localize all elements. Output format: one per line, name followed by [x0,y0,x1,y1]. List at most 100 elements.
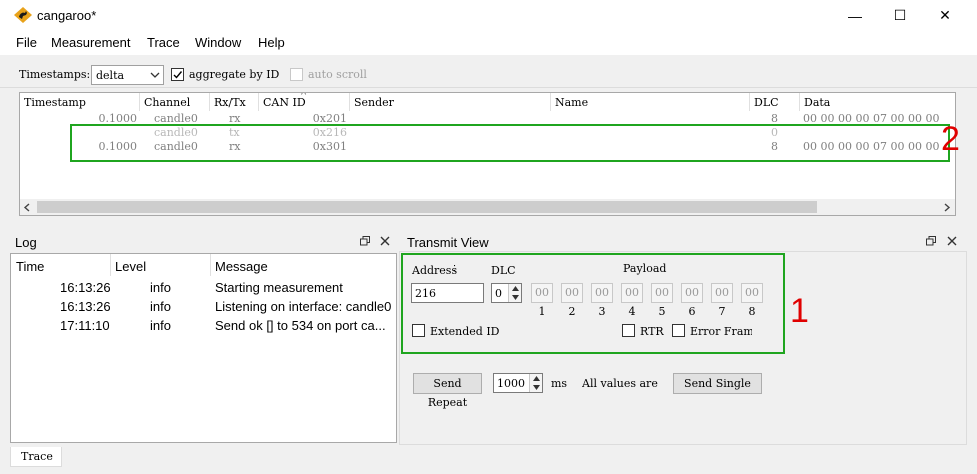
log-panel-header: Log [10,232,398,251]
column-separator [139,93,140,111]
tab-trace[interactable]: Trace [10,447,62,467]
menu-window[interactable]: Window [195,35,241,50]
close-panel-icon[interactable] [947,236,957,246]
col-name[interactable]: Name [555,96,588,109]
list-item[interactable]: 16:13:26 info Listening on interface: ca… [11,299,396,318]
trace-header: Timestamp Channel Rx/Tx CAN ID ^ Sender … [20,93,955,111]
payload-byte-5[interactable]: 00 [651,283,673,303]
col-dlc[interactable]: DLC [754,96,779,109]
address-colon: : [453,262,457,274]
error-frame-checkbox[interactable] [672,324,685,337]
column-separator [209,93,210,111]
menu-trace[interactable]: Trace [147,35,180,50]
payload-byte-6[interactable]: 00 [681,283,703,303]
send-repeat-button[interactable]: Send Repeat [413,373,482,409]
kangaroo-app-icon [14,7,32,23]
byte-index-label: 6 [688,305,696,318]
column-separator [210,254,211,276]
log-panel-title: Log [15,235,37,250]
col-can-id[interactable]: CAN ID [263,96,306,109]
byte-index-label: 3 [598,305,606,318]
minimize-button[interactable]: — [832,0,878,31]
col-timestamp[interactable]: Timestamp [24,96,86,109]
close-panel-icon[interactable] [380,236,390,246]
chevron-down-icon [150,72,160,78]
list-item[interactable]: 16:13:26 info Starting measurement [11,280,396,299]
byte-index-label: 2 [568,305,576,318]
payload-byte-4[interactable]: 00 [621,283,643,303]
log-list[interactable]: Time Level Message 16:13:26 info Startin… [10,253,397,443]
annotation-number-1: 1 [790,292,809,330]
close-button[interactable]: ✕ [922,0,968,31]
payload-label: Payload [623,262,667,275]
payload-byte-8[interactable]: 00 [741,283,763,303]
payload-byte-7[interactable]: 00 [711,283,733,303]
log-col-message[interactable]: Message [215,259,268,274]
scroll-right-icon[interactable] [943,203,951,212]
all-values-label: All values are [582,377,658,390]
menu-file[interactable]: File [16,35,37,50]
scrollbar-thumb[interactable] [37,201,817,213]
dlc-spinbox[interactable]: 0 [491,283,522,303]
maximize-button[interactable]: ☐ [877,0,923,31]
interval-spinbox[interactable]: 1000 [493,373,543,393]
autoscroll-label: auto scroll [308,68,367,81]
status-bar [0,447,977,474]
sort-indicator-icon: ^ [301,92,307,101]
menu-help[interactable]: Help [258,35,285,50]
payload-byte-1[interactable]: 00 [531,283,553,303]
rtr-checkbox[interactable] [622,324,635,337]
log-col-time[interactable]: Time [16,259,44,274]
chevron-down-icon[interactable] [512,295,519,300]
log-col-level[interactable]: Level [115,259,146,274]
timestamps-combo[interactable]: delta [91,65,164,85]
log-level: info [150,299,171,314]
col-data[interactable]: Data [804,96,830,109]
col-sender[interactable]: Sender [354,96,394,109]
send-single-button[interactable]: Send Single [673,373,762,394]
aggregate-label: aggregate by ID [189,68,280,81]
menu-measurement[interactable]: Measurement [51,35,130,50]
chevron-up-icon[interactable] [512,286,519,291]
scroll-left-icon[interactable] [23,203,31,212]
byte-index-label: 5 [658,305,666,318]
float-panel-icon[interactable] [360,236,370,246]
transmit-panel-header: Transmit View [402,232,967,251]
timestamps-value: delta [96,69,125,82]
byte-index-label: 1 [538,305,546,318]
float-panel-icon[interactable] [926,236,936,246]
extended-id-checkbox[interactable] [412,324,425,337]
column-separator [110,254,111,276]
log-message: Listening on interface: candle0 [215,299,392,314]
chevron-down-icon[interactable] [533,385,540,390]
dlc-stepper[interactable] [508,284,521,302]
col-rxtx[interactable]: Rx/Tx [214,96,246,109]
interval-value: 1000 [497,377,525,390]
dlc-label: DLC [491,264,516,277]
column-separator [550,93,551,111]
byte-index-label: 8 [748,305,756,318]
checkmark-icon [173,71,183,79]
address-input[interactable]: 216 [411,283,484,303]
log-time: 16:13:26 [60,299,111,314]
annotation-number-2: 2 [941,120,960,158]
log-message: Starting measurement [215,280,343,295]
transmit-panel-title: Transmit View [407,235,489,250]
col-channel[interactable]: Channel [144,96,190,109]
list-item[interactable]: 17:11:10 info Send ok [] to 534 on port … [11,318,396,337]
payload-byte-2[interactable]: 00 [561,283,583,303]
column-separator [749,93,750,111]
chevron-up-icon[interactable] [533,376,540,381]
payload-byte-3[interactable]: 00 [591,283,613,303]
byte-index-label: 4 [628,305,636,318]
autoscroll-checkbox[interactable] [290,68,303,81]
timestamps-label: Timestamps: [19,68,91,81]
title-bar: cangaroo* — ☐ ✕ [0,0,977,31]
menu-bar: File Measurement Trace Window Help [0,31,977,55]
annotation-box-2 [70,124,950,162]
interval-stepper[interactable] [529,374,542,392]
aggregate-checkbox[interactable] [171,68,184,81]
column-separator [799,93,800,111]
column-separator [349,93,350,111]
trace-horizontal-scrollbar[interactable] [20,199,955,215]
